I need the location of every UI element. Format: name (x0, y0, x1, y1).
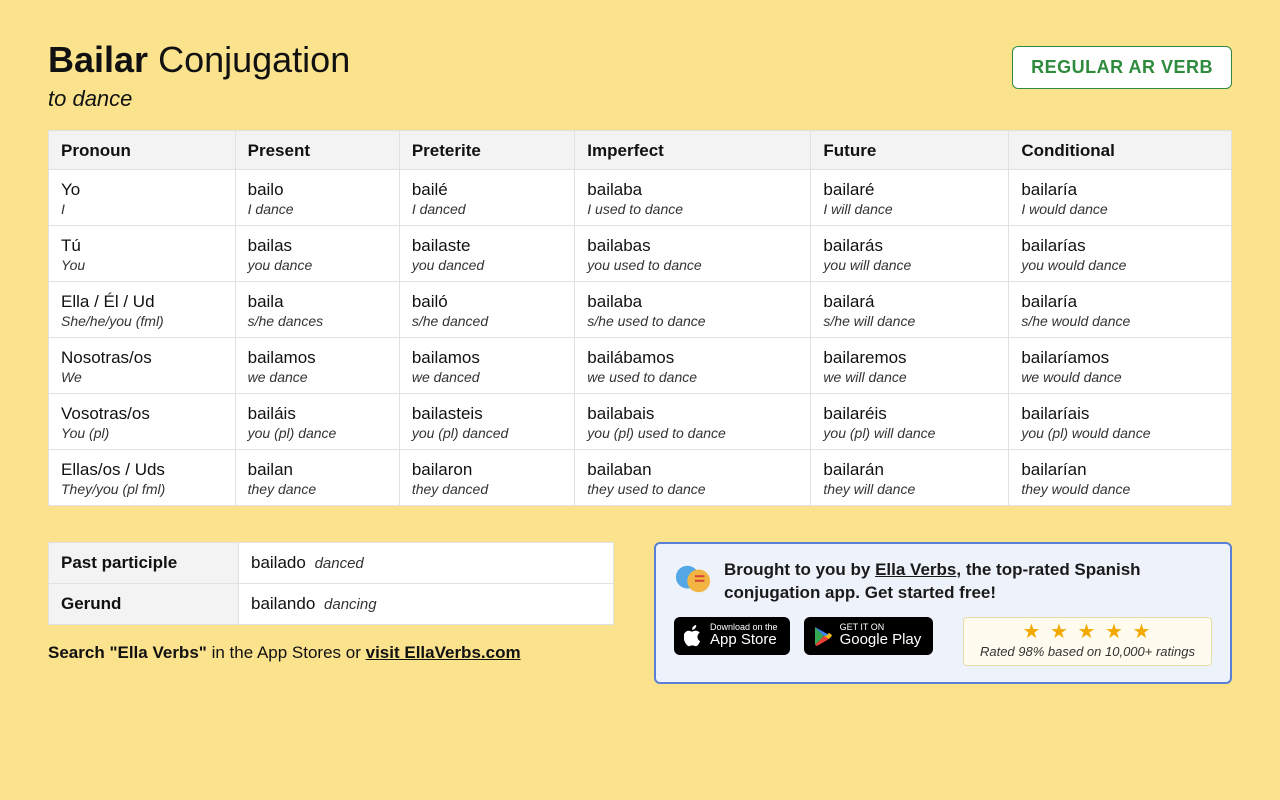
cell-future: bailarás/he will dance (811, 281, 1009, 337)
col-pronoun: Pronoun (49, 130, 236, 169)
verb-name: Bailar (48, 39, 148, 80)
table-row: Vosotras/osYou (pl)bailáisyou (pl) dance… (49, 393, 1232, 449)
verb-meaning: to dance (48, 86, 350, 112)
cell-imperfect: bailabaI used to dance (575, 169, 811, 225)
cell-pronoun: Ella / Él / UdShe/he/you (fml) (49, 281, 236, 337)
table-row: Nosotras/osWebailamoswe dancebailamoswe … (49, 337, 1232, 393)
cell-preterite: bailasteisyou (pl) danced (399, 393, 574, 449)
col-present: Present (235, 130, 399, 169)
cell-pronoun: TúYou (49, 225, 236, 281)
cell-future: bailaréisyou (pl) will dance (811, 393, 1009, 449)
cell-preterite: bailéI danced (399, 169, 574, 225)
cell-imperfect: bailabanthey used to dance (575, 449, 811, 505)
conjugation-table: Pronoun Present Preterite Imperfect Futu… (48, 130, 1232, 506)
page-header: Bailar Conjugation to dance REGULAR AR V… (48, 40, 1232, 112)
col-imperfect: Imperfect (575, 130, 811, 169)
cell-conditional: bailaríanthey would dance (1009, 449, 1232, 505)
ella-verbs-link[interactable]: Ella Verbs (875, 560, 956, 579)
google-play-button[interactable]: GET IT ONGoogle Play (804, 617, 934, 655)
cell-preterite: bailamoswe danced (399, 337, 574, 393)
cell-conditional: bailaríaI would dance (1009, 169, 1232, 225)
past-participle-row: Past participle bailado danced (49, 542, 614, 583)
app-icon (674, 560, 712, 598)
cell-future: bailarásyou will dance (811, 225, 1009, 281)
visit-link[interactable]: visit EllaVerbs.com (366, 643, 521, 662)
cell-preterite: bailaronthey danced (399, 449, 574, 505)
table-row: Ellas/os / UdsThey/you (pl fml)bailanthe… (49, 449, 1232, 505)
title-block: Bailar Conjugation to dance (48, 40, 350, 112)
gerund-row: Gerund bailando dancing (49, 583, 614, 624)
past-participle-value: bailado danced (239, 542, 614, 583)
cell-conditional: bailarías/he would dance (1009, 281, 1232, 337)
table-row: Ella / Él / UdShe/he/you (fml)bailas/he … (49, 281, 1232, 337)
cell-present: bailas/he dances (235, 281, 399, 337)
cell-future: bailaránthey will dance (811, 449, 1009, 505)
cell-pronoun: YoI (49, 169, 236, 225)
title-rest: Conjugation (148, 39, 350, 80)
cell-preterite: bailasteyou danced (399, 225, 574, 281)
cell-pronoun: Vosotras/osYou (pl) (49, 393, 236, 449)
cell-present: bailanthey dance (235, 449, 399, 505)
cell-imperfect: bailabasyou used to dance (575, 225, 811, 281)
cell-future: bailaremoswe will dance (811, 337, 1009, 393)
verb-type-badge: REGULAR AR VERB (1012, 46, 1232, 89)
cell-imperfect: bailábamoswe used to dance (575, 337, 811, 393)
table-row: YoIbailoI dancebailéI dancedbailabaI use… (49, 169, 1232, 225)
cell-present: bailáisyou (pl) dance (235, 393, 399, 449)
app-store-button[interactable]: Download on theApp Store (674, 617, 790, 655)
cell-present: bailamoswe dance (235, 337, 399, 393)
cell-pronoun: Ellas/os / UdsThey/you (pl fml) (49, 449, 236, 505)
promo-box: Brought to you by Ella Verbs, the top-ra… (654, 542, 1232, 685)
col-future: Future (811, 130, 1009, 169)
table-row: TúYoubailasyou dancebailasteyou dancedba… (49, 225, 1232, 281)
forms-table: Past participle bailado danced Gerund ba… (48, 542, 614, 625)
cell-imperfect: bailabaisyou (pl) used to dance (575, 393, 811, 449)
bottom-section: Past participle bailado danced Gerund ba… (48, 542, 1232, 685)
gerund-value: bailando dancing (239, 583, 614, 624)
page-title: Bailar Conjugation (48, 40, 350, 80)
cell-conditional: bailaríasyou would dance (1009, 225, 1232, 281)
rating-box: ★ ★ ★ ★ ★ Rated 98% based on 10,000+ rat… (963, 617, 1212, 666)
cell-present: bailoI dance (235, 169, 399, 225)
cell-conditional: bailaríamoswe would dance (1009, 337, 1232, 393)
col-preterite: Preterite (399, 130, 574, 169)
rating-text: Rated 98% based on 10,000+ ratings (980, 644, 1195, 659)
col-conditional: Conditional (1009, 130, 1232, 169)
promo-text: Brought to you by Ella Verbs, the top-ra… (724, 558, 1212, 606)
cell-present: bailasyou dance (235, 225, 399, 281)
cell-conditional: bailaríaisyou (pl) would dance (1009, 393, 1232, 449)
cell-future: bailaréI will dance (811, 169, 1009, 225)
cell-pronoun: Nosotras/osWe (49, 337, 236, 393)
stars-icon: ★ ★ ★ ★ ★ (980, 622, 1195, 642)
cell-imperfect: bailabas/he used to dance (575, 281, 811, 337)
apple-icon (684, 625, 702, 647)
search-line: Search "Ella Verbs" in the App Stores or… (48, 643, 614, 663)
gerund-label: Gerund (49, 583, 239, 624)
past-participle-label: Past participle (49, 542, 239, 583)
cell-preterite: bailós/he danced (399, 281, 574, 337)
table-header-row: Pronoun Present Preterite Imperfect Futu… (49, 130, 1232, 169)
extra-forms: Past participle bailado danced Gerund ba… (48, 542, 614, 663)
google-play-icon (814, 626, 832, 646)
